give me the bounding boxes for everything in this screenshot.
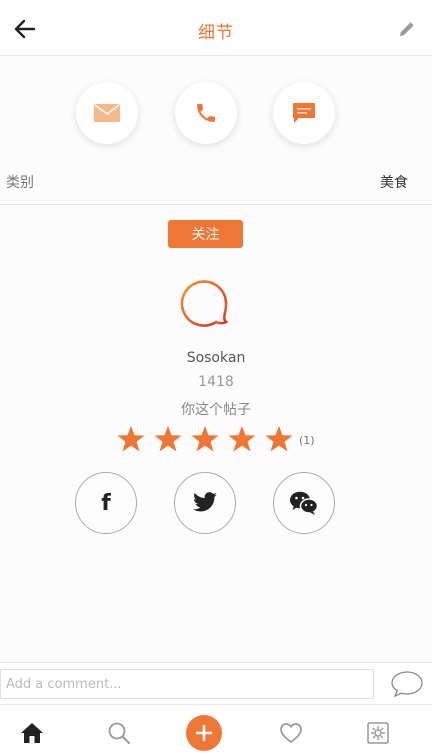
star-icon[interactable] [116, 424, 146, 454]
post-description: 你这个帖子 [181, 402, 251, 418]
tab-bar [0, 704, 432, 754]
rating-count: (1) [299, 433, 315, 447]
heart-icon[interactable] [279, 721, 303, 745]
phone-icon [197, 104, 215, 122]
comment-bar [0, 662, 432, 704]
phone-button[interactable] [175, 82, 237, 144]
page-title: 细节 [198, 23, 234, 43]
facebook-icon: f [101, 490, 111, 516]
home-icon[interactable] [20, 721, 44, 745]
top-bar: 细节 [0, 0, 432, 56]
star-icon[interactable] [264, 424, 294, 454]
profile-number: 1418 [198, 374, 234, 390]
mail-button[interactable] [76, 82, 138, 144]
settings-icon[interactable] [366, 721, 390, 745]
follow-button[interactable]: 关注 [168, 220, 243, 248]
mail-icon [94, 104, 120, 122]
add-icon [196, 725, 212, 741]
category-value: 美食 [380, 175, 408, 191]
facebook-button[interactable]: f [75, 472, 137, 534]
twitter-button[interactable] [174, 472, 236, 534]
category-row: 类别 美食 [0, 170, 432, 202]
chat-button[interactable] [273, 82, 335, 144]
twitter-icon [193, 492, 217, 512]
add-button[interactable] [186, 715, 222, 751]
search-icon[interactable] [107, 721, 131, 745]
share-actions: f [0, 472, 432, 536]
wechat-button[interactable] [273, 472, 335, 534]
divider [0, 204, 432, 205]
speech-bubble-icon[interactable] [390, 670, 424, 698]
profile-name: Sosokan [186, 350, 246, 366]
star-icon[interactable] [153, 424, 183, 454]
wechat-icon [290, 491, 319, 515]
star-icon[interactable] [190, 424, 220, 454]
sosokan-logo-icon [180, 280, 229, 327]
contact-actions [0, 82, 432, 146]
star-icon[interactable] [227, 424, 257, 454]
comment-input[interactable] [0, 669, 374, 699]
category-label: 类别 [6, 175, 34, 191]
rating: (1) [116, 424, 315, 454]
chat-icon [293, 103, 315, 123]
pencil-icon[interactable] [398, 20, 416, 38]
